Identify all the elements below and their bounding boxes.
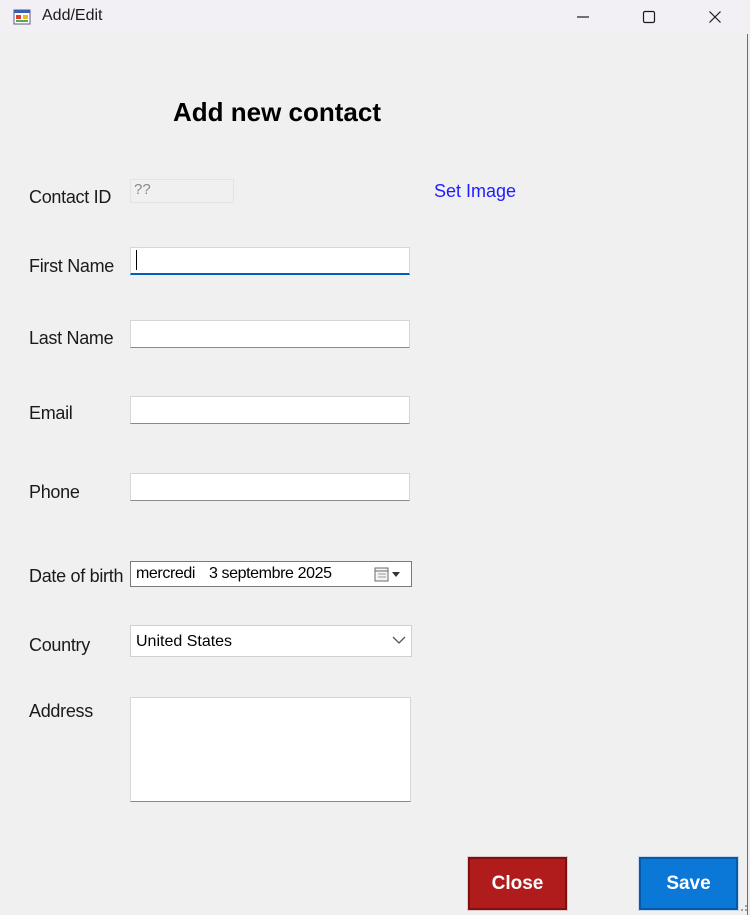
close-icon [709,11,721,23]
phone-label: Phone [29,482,80,502]
date-weekday: mercredi [136,565,196,582]
first-name-field[interactable] [130,247,410,275]
maximize-icon [642,10,656,24]
address-textarea[interactable] [130,697,411,802]
close-button[interactable]: Close [468,857,567,910]
email-label: Email [29,403,73,423]
phone-field[interactable] [130,473,410,501]
country-label: Country [29,635,90,655]
text-caret [136,250,137,270]
contact-id-label: Contact ID [29,187,112,207]
address-label: Address [29,701,93,721]
window-close-button[interactable] [692,0,738,34]
save-button[interactable]: Save [639,857,738,910]
add-edit-window: Add/Edit Add new contact Contact ID ?? S… [0,0,748,915]
resize-grip-icon[interactable] [738,902,748,912]
date-value: 3 septembre 2025 [209,565,332,582]
chevron-down-icon [392,636,406,644]
last-name-label: Last Name [29,328,114,348]
maximize-button[interactable] [626,0,672,34]
first-name-label: First Name [29,256,115,276]
minimize-button[interactable] [560,0,606,34]
date-of-birth-picker[interactable]: mercredi 3 septembre 2025 [130,561,412,587]
email-field[interactable] [130,396,410,424]
contact-id-field: ?? [130,179,234,203]
country-selected-value: United States [136,633,233,650]
date-of-birth-label: Date of birth [29,566,124,586]
form-heading: Add new contact [173,97,382,127]
minimize-icon [577,16,589,18]
title-bar[interactable]: Add/Edit [0,0,748,34]
set-image-link[interactable]: Set Image [434,181,516,202]
country-select[interactable]: United States [130,625,412,657]
last-name-field[interactable] [130,320,410,348]
app-icon [13,9,31,25]
calendar-dropdown-icon[interactable] [374,566,408,583]
window-title: Add/Edit [42,7,103,24]
